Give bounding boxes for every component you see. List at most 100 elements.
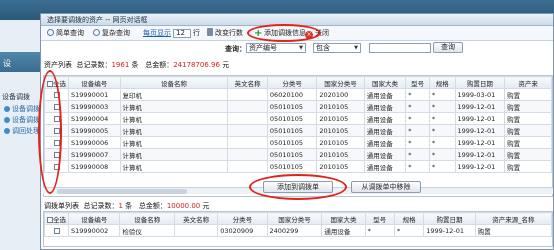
sidebar-group-title: 设备调拨 [2,93,30,101]
asset-cell: 购置 [504,112,552,125]
transfer-col-header: 分类号 [217,212,268,225]
transfer-cell: 2400299 [266,224,323,237]
asset-row[interactable]: S19990003 计算机 05010105 2010105 通用设备 * * 1999-12… [44,100,552,113]
asset-row[interactable]: S19990006 计算机 05010105 2010105 通用设备 * * 1999-12… [44,136,552,149]
annotation-oval-add-to-transfer [249,174,347,200]
asset-cell: 1999-12-01 [454,124,506,137]
asset-cell: 计算机 [119,160,229,173]
transfer-cell: S19990002 [67,224,121,237]
transfer-col-header: 规格 [393,212,425,225]
asset-cell: 通用设备 [363,112,407,125]
sidebar-section[interactable]: 设 [0,52,42,72]
query-field-select[interactable]: 资产编号 ▼ [246,43,306,53]
chevron-down-icon: ▼ [299,45,303,51]
transfer-total-records: 1 [118,202,123,210]
scrollbar-thumb[interactable] [57,189,187,194]
asset-cell [227,148,268,161]
transfer-col-header: 设备名称 [119,212,175,225]
transfer-row[interactable]: S19990002 检验仪 03020909 2400299 通用设备 * * 1999-12… [44,224,552,237]
asset-col-header: 设备名称 [119,76,229,89]
asset-cell: 计算机 [119,100,229,113]
transfer-cell: * [393,224,425,237]
asset-cell: 通用设备 [363,136,407,149]
asset-cell: 2010105 [316,112,365,125]
transfer-table-container[interactable]: 全选 设备编号 设备名称 英文名称 分类号 国家分类号 国家大类 型号 规格 购置日期 资产来源_名… [43,211,553,247]
sidebar-item-transfer-2[interactable]: 设备调拨 [4,115,42,125]
asset-cell: 通用设备 [363,148,407,161]
asset-row[interactable]: S19990004 计算机 05010105 2010105 通用设备 * * 1999-12… [44,112,552,125]
transfer-list-summary: 调拨单列表 总记录数：1 条 总金额：10000.00 元 [44,202,210,210]
app-sidebar: 设 设备调拨 设备调拨 设备调拨 调回处理 [0,20,42,250]
asset-cell: 05010105 [266,100,318,113]
query-input[interactable] [369,43,431,53]
complex-query-button[interactable]: 复杂查询 [93,28,130,39]
asset-cell: 1999-12-01 [454,148,506,161]
dialog-title: 选择要调拨的资产 -- 网页对话框 [47,16,148,24]
set-rows-button[interactable]: 改变行数 [207,28,243,39]
asset-cell: 2010105 [316,100,365,113]
transfer-total-amount: 10000.00 [166,202,201,210]
asset-cell: * [428,100,456,113]
transfer-table-header: 全选 设备编号 设备名称 英文名称 分类号 国家分类号 国家大类 型号 规格 购置日期 资产来源_名… [44,212,552,225]
asset-cell: 购置 [504,100,552,113]
asset-cell: 1999-12-01 [454,112,506,125]
transfer-cell: * [364,224,395,237]
asset-cell: 计算机 [119,148,229,161]
row-select-cell[interactable] [44,224,69,237]
transfer-col-header: 购置日期 [423,212,476,225]
query-button[interactable]: 查询 [433,42,463,53]
asset-cell: 2010105 [316,148,365,161]
asset-row[interactable]: S19990001 复印机 06020100 2020100 通用设备 * * 1999-03… [44,88,552,101]
rows-icon [207,28,213,36]
asset-col-header: 英文名称 [227,76,268,89]
transfer-cell: 1999-12-01 [423,224,476,237]
asset-cell: * [405,148,430,161]
asset-cell [227,160,268,173]
annotation-oval-add-transfer [247,24,321,42]
asset-row[interactable]: S19990007 计算机 05010105 2010105 通用设备 * * 1999-12… [44,148,552,161]
bullet-icon [4,128,10,134]
query-operator-select[interactable]: 包含 ▼ [313,43,361,53]
annotation-oval-checkboxes [38,70,62,194]
asset-cell: S19990008 [68,160,121,173]
transfer-cell [173,224,219,237]
simple-query-button[interactable]: 简单查询 [47,28,84,39]
page-size-input[interactable]: 12 [173,29,191,38]
transfer-col-header[interactable]: 全选 [44,212,69,225]
transfer-table: 全选 设备编号 设备名称 英文名称 分类号 国家分类号 国家大类 型号 规格 购置日期 资产来源_名… [44,212,552,237]
transfer-col-header: 资产来源_名称 [474,212,552,225]
asset-col-header: 资产来 [504,76,552,89]
asset-cell: * [405,136,430,149]
sidebar-item-transfer-1[interactable]: 设备调拨 [4,104,42,114]
asset-cell: 1999-12-01 [454,136,506,149]
bullet-icon [4,117,10,123]
transfer-cell: 购置 [474,224,552,237]
asset-cell: 2020100 [316,88,365,101]
asset-cell [227,112,268,125]
asset-cell: 1999-12-01 [454,160,506,173]
asset-cell: S19990005 [68,124,121,137]
asset-cell: 05010105 [266,112,318,125]
asset-cell: S19990004 [68,112,121,125]
transfer-cell: 通用设备 [321,224,366,237]
page-size-label[interactable]: 每页显示 [143,29,171,37]
asset-cell: 2010105 [316,136,365,149]
asset-cell: 通用设备 [363,100,407,113]
asset-col-header: 型号 [405,76,430,89]
asset-cell: * [405,160,430,173]
asset-cell: * [405,124,430,137]
asset-row[interactable]: S19990008 计算机 05010105 2010105 通用设备 * * 1999-12… [44,160,552,173]
asset-cell: * [428,160,456,173]
search-icon [47,29,54,36]
asset-cell [227,100,268,113]
row-checkbox[interactable] [53,227,60,234]
bullet-icon [4,106,10,112]
asset-cell: 复印机 [119,88,229,101]
sidebar-item-return[interactable]: 调回处理 [4,126,42,136]
asset-cell: 1999-12-01 [454,100,506,113]
asset-total-amount: 24178706.96 [173,61,220,69]
remove-from-transfer-button[interactable]: 从调拨单中移除 [351,181,421,193]
asset-cell: 计算机 [119,112,229,125]
asset-row[interactable]: S19990005 计算机 05010105 2010105 通用设备 * * 1999-12… [44,124,552,137]
asset-col-header: 设备编号 [68,76,121,89]
